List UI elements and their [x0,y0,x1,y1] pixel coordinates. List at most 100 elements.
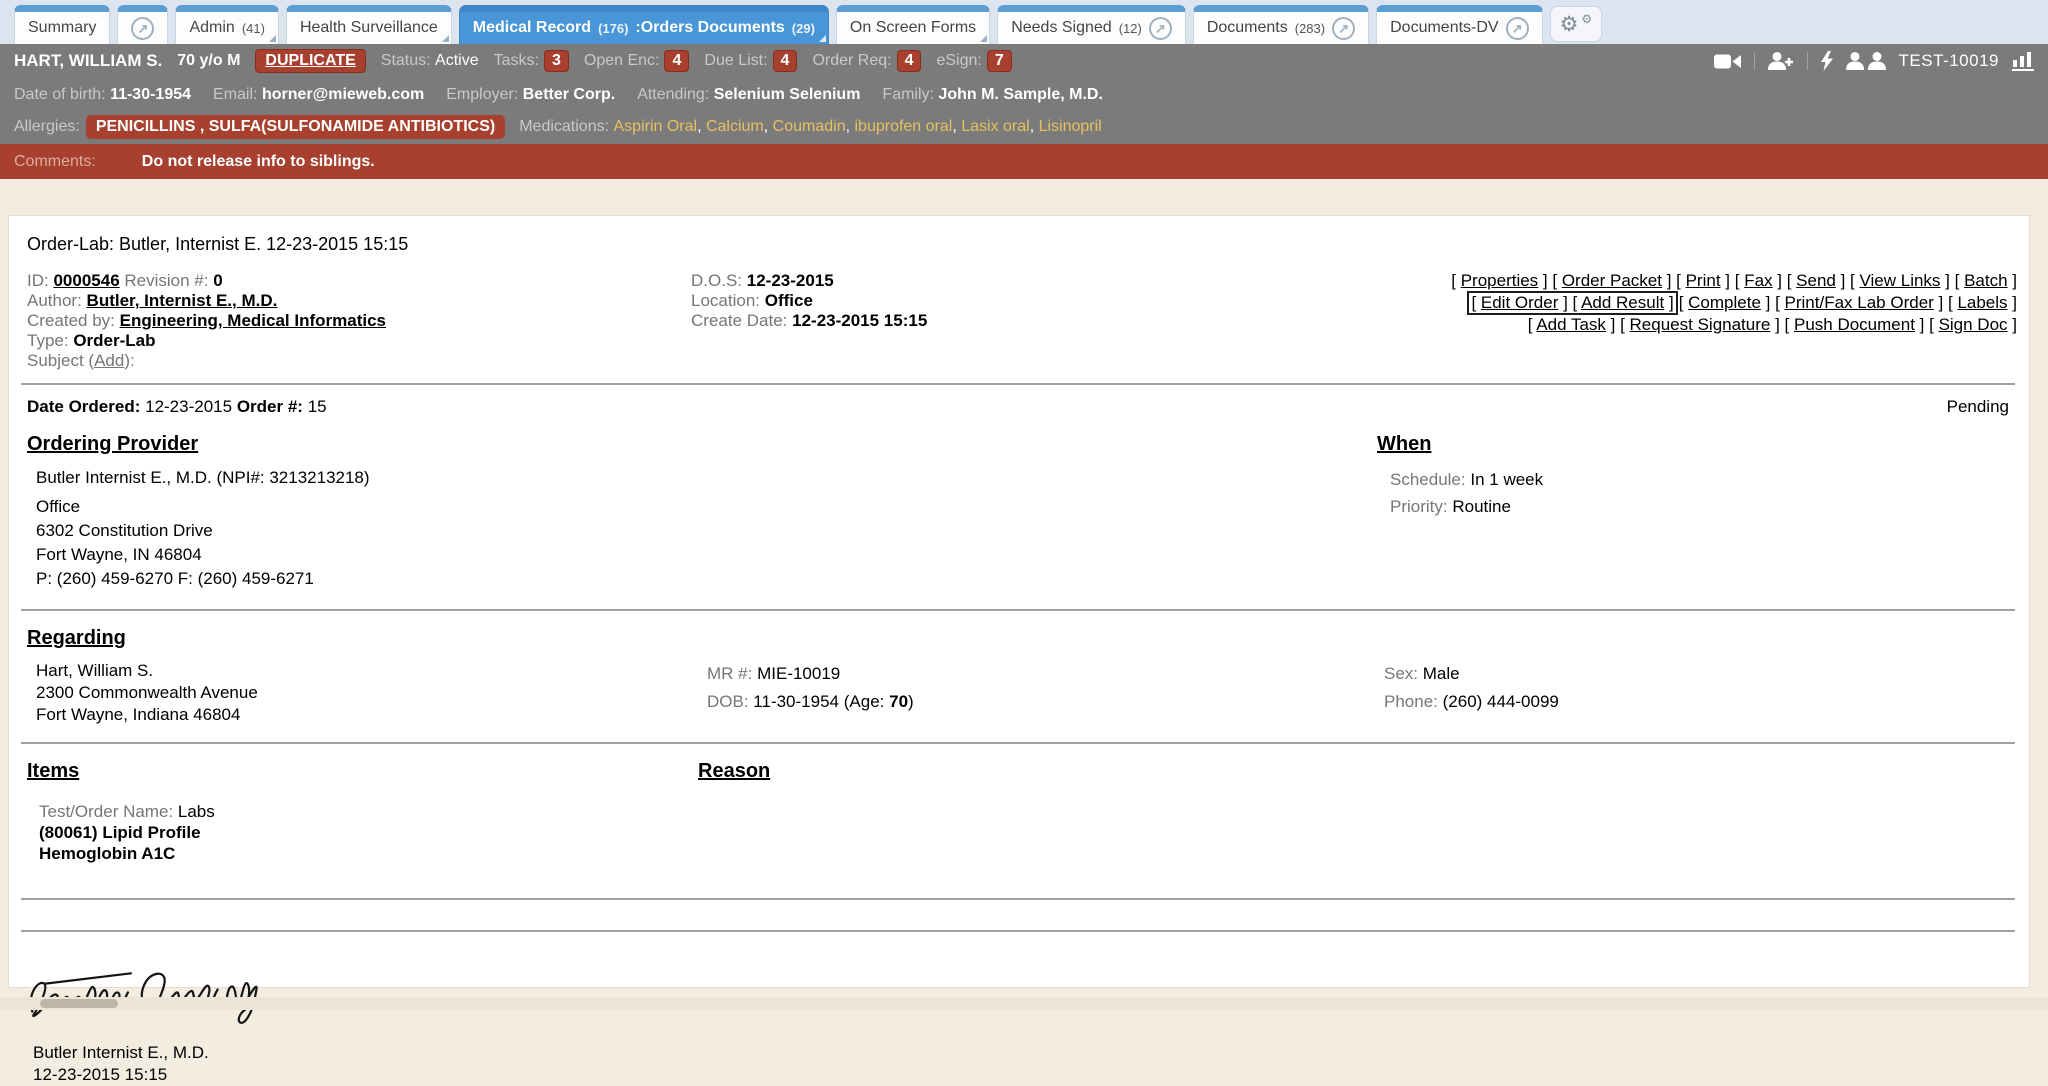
action-link[interactable]: Batch [1964,271,2007,290]
medication-link[interactable]: Coumadin [773,118,846,135]
open-enc-count-badge[interactable]: 4 [664,50,689,72]
tab-on-screen-forms[interactable]: On Screen Forms [836,5,990,44]
location-value: Office [765,291,813,310]
tab-count: (176) [598,21,628,36]
action-link[interactable]: Send [1796,271,1836,290]
medications-list: Aspirin Oral, Calcium, Coumadin, ibuprof… [614,118,1102,136]
meta-dos-line: D.O.S: 12-23-2015 [691,271,1121,291]
tab-needs-signed[interactable]: Needs Signed (12) ↗ [997,5,1186,44]
sex-label: Sex: [1384,664,1418,683]
date-ordered-value: 12-23-2015 [145,397,232,416]
due-list-count-badge[interactable]: 4 [773,50,798,72]
action-link[interactable]: Order Packet [1562,271,1662,290]
created-by-label: Created by: [27,311,115,330]
created-by-link[interactable]: Engineering, Medical Informatics [120,311,386,330]
popout-icon[interactable]: ↗ [131,17,154,40]
family-label: Family: [882,86,934,103]
meta-author-line: Author: Butler, Internist E., M.D. [27,291,691,311]
tab-health-surveillance[interactable]: Health Surveillance [286,5,452,44]
medication-link[interactable]: Calcium [706,118,764,135]
action-link[interactable]: Add Task [1536,315,1606,334]
priority-label: Priority: [1390,497,1448,516]
popout-icon[interactable]: ↗ [1506,17,1529,40]
lightning-icon[interactable] [1821,51,1833,71]
action-link[interactable]: Labels [1957,293,2007,312]
tab-label: Needs Signed [1011,19,1112,37]
schedule-line: Schedule: In 1 week [1390,466,2017,493]
comments-label: Comments: [14,153,96,171]
action-link[interactable]: Print [1686,271,1721,290]
action-link[interactable]: Sign Doc [1939,315,2008,334]
tab-settings-button[interactable]: ⚙ ⚙ [1550,6,1603,42]
dob-label: Date of birth: [14,86,106,103]
esign-stat: eSign: 7 [936,50,1011,72]
tab-documents-dv[interactable]: Documents-DV ↗ [1376,5,1542,44]
chart-icon[interactable] [2012,51,2034,71]
status-value: Active [435,52,479,70]
medication-link[interactable]: Lisinopril [1039,118,1102,135]
medication-link[interactable]: Lasix oral [961,118,1029,135]
attending-value: Selenium Selenium [714,86,861,103]
esign-count-badge[interactable]: 7 [987,50,1012,72]
document-actions: [ Properties ] [ Order Packet ] [ Print … [1121,271,2017,371]
patients-icon[interactable] [1846,52,1886,70]
tasks-count-badge[interactable]: 3 [544,50,569,72]
action-link[interactable]: Add Result [1581,293,1664,312]
horizontal-scrollbar-thumb[interactable] [40,999,118,1008]
author-link[interactable]: Butler, Internist E., M.D. [87,291,278,310]
tab-documents[interactable]: Documents (283) ↗ [1193,5,1369,44]
action-link[interactable]: Push Document [1794,315,1915,334]
action-link[interactable]: Edit Order [1481,293,1558,312]
provider-address2: Fort Wayne, IN 46804 [36,543,1377,567]
tab-summary[interactable]: Summary [14,5,110,44]
summary-popout-button[interactable]: ↗ [117,5,168,44]
tab-medical-record[interactable]: Medical Record (176) :Orders Documents (… [459,5,829,44]
action-row-3: [ Add Task ] [ Request Signature ] [ Pus… [1121,315,2017,335]
bracket: ] [1770,315,1784,334]
document-title: Order-Lab: Butler, Internist E. 12-23-20… [27,234,2017,255]
revision-label: Revision #: [124,271,208,290]
comments-text: Do not release info to siblings. [142,153,375,171]
age-suffix: ) [908,692,914,711]
action-link[interactable]: Properties [1461,271,1538,290]
signature-datetime: 12-23-2015 15:15 [33,1064,2017,1086]
regarding-dob-value: 11-30-1954 [753,692,839,711]
ordering-provider-heading: Ordering Provider [27,433,1377,456]
add-user-icon[interactable] [1768,52,1794,70]
type-label: Type: [27,331,69,350]
subject-add-link[interactable]: Add [94,351,124,370]
patient-bar-tools: TEST-10019 [1714,51,2034,71]
regarding-address2: Fort Wayne, Indiana 46804 [36,704,707,726]
popout-icon[interactable]: ↗ [1149,17,1172,40]
action-link[interactable]: Request Signature [1630,315,1771,334]
action-link[interactable]: Complete [1688,293,1761,312]
document-id-link[interactable]: 0000546 [53,271,119,290]
order-summary-row: Date Ordered: 12-23-2015 Order #: 15 Pen… [27,397,2009,417]
bracket: [ [1552,271,1561,290]
when-heading: When [1377,433,2017,456]
patient-name: HART, WILLIAM S. [14,51,162,71]
order-req-count-badge[interactable]: 4 [897,50,922,72]
patient-header-bar: HART, WILLIAM S. 70 y/o M DUPLICATE Stat… [0,44,2048,78]
allergies-chip[interactable]: PENICILLINS , SULFA(SULFONAMIDE ANTIBIOT… [86,115,505,139]
dos-label: D.O.S: [691,271,742,290]
horizontal-scrollbar-track[interactable] [0,997,2048,1010]
age-prefix: (Age: [844,692,885,711]
email-value[interactable]: horner@mieweb.com [262,86,424,103]
action-row-1: [ Properties ] [ Order Packet ] [ Print … [1121,271,2017,291]
duplicate-badge[interactable]: DUPLICATE [255,49,365,73]
video-camera-icon[interactable] [1714,53,1741,70]
tab-label: :Orders Documents [635,19,784,37]
bracket: ] [1606,315,1620,334]
tab-admin[interactable]: Admin (41) [175,5,278,44]
medication-link[interactable]: Aspirin Oral [614,118,698,135]
action-link[interactable]: Fax [1744,271,1772,290]
dropdown-corner-icon [980,35,987,42]
bracket: ] [1915,315,1929,334]
bracket: [ [1775,293,1784,312]
regarding-section: Regarding Hart, William S. 2300 Commonwe… [19,627,2017,726]
medication-link[interactable]: ibuprofen oral [854,118,952,135]
action-link[interactable]: View Links [1859,271,1940,290]
popout-icon[interactable]: ↗ [1332,17,1355,40]
action-link[interactable]: Print/Fax Lab Order [1785,293,1934,312]
